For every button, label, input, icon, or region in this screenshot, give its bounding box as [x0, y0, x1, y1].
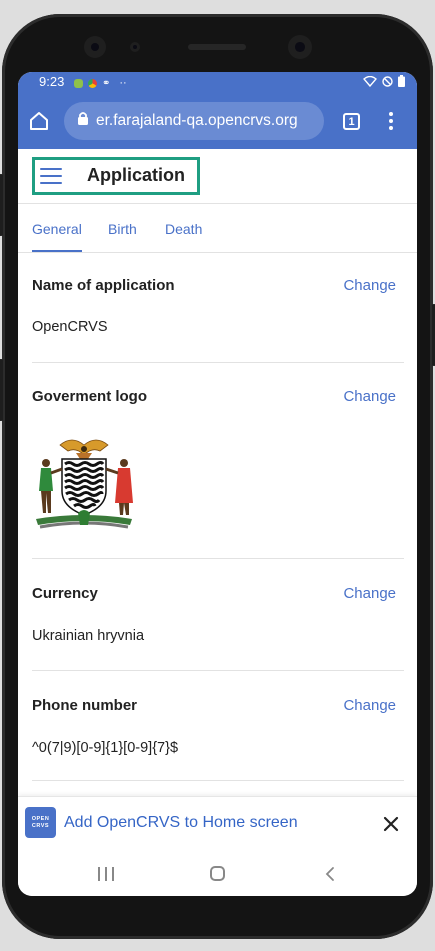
- section-value: Ukrainian hryvnia: [32, 628, 145, 644]
- tab-general[interactable]: General: [32, 221, 82, 252]
- government-logo-image: [36, 439, 133, 529]
- change-phone-button[interactable]: Change: [343, 697, 396, 714]
- install-banner[interactable]: OPEN CRVS Add OpenCRVS to Home screen: [18, 796, 417, 852]
- tab-switcher-button[interactable]: 1: [343, 113, 360, 130]
- home-nav-icon[interactable]: [210, 866, 225, 881]
- page-title: Application: [87, 165, 185, 185]
- section-label: Phone number: [32, 697, 138, 714]
- url-text[interactable]: er.farajaland-qa.opencrvs.org: [94, 112, 298, 130]
- section-currency: Currency Change Ukrainian hryvnia: [32, 559, 404, 671]
- change-logo-button[interactable]: Change: [343, 388, 396, 405]
- bixby-button: [0, 359, 3, 421]
- home-icon[interactable]: [28, 110, 50, 132]
- more-vert-icon[interactable]: [387, 112, 395, 132]
- do-not-disturb-icon: [382, 75, 393, 87]
- android-nav-bar: [18, 852, 417, 896]
- change-name-button[interactable]: Change: [343, 277, 396, 294]
- section-label: Name of application: [32, 277, 175, 294]
- address-bar[interactable]: er.farajaland-qa.opencrvs.org: [64, 102, 324, 140]
- hamburger-menu-icon[interactable]: [40, 168, 62, 184]
- back-icon[interactable]: [324, 866, 336, 882]
- app-header: Application: [18, 149, 417, 204]
- chrome-icon: [88, 78, 97, 88]
- opencrvs-app-icon: OPEN CRVS: [25, 807, 56, 838]
- status-bar: 9:23 ⚭ ··: [18, 72, 417, 92]
- phone-screen: 9:23 ⚭ ·· er.farajaland-qa.opencrvs.org …: [18, 72, 417, 896]
- section-label: Currency: [32, 585, 98, 602]
- front-camera-icon: [84, 36, 106, 58]
- lock-icon[interactable]: [64, 111, 94, 131]
- recents-icon[interactable]: [98, 867, 114, 881]
- system-icons: [363, 75, 405, 87]
- more-notifications-icon: ··: [119, 77, 127, 89]
- app-icon-line2: CRVS: [31, 822, 50, 829]
- status-time: 9:23: [39, 74, 65, 89]
- section-value: ^0(7|9)[0-9]{1}[0-9]{7}$: [32, 740, 179, 756]
- close-icon[interactable]: [381, 814, 401, 834]
- section-logo: Goverment logo Change: [32, 363, 404, 559]
- earpiece: [188, 44, 246, 50]
- section-name: Name of application Change OpenCRVS: [32, 253, 404, 363]
- wifi-icon: [363, 75, 377, 87]
- front-sensor-icon: [288, 35, 312, 59]
- install-banner-text[interactable]: Add OpenCRVS to Home screen: [64, 814, 298, 832]
- tab-bar: General Birth Death: [18, 204, 417, 253]
- tab-birth[interactable]: Birth: [108, 221, 137, 237]
- volume-button: [0, 174, 3, 236]
- section-value: OpenCRVS: [32, 319, 108, 335]
- browser-chrome: 9:23 ⚭ ·· er.farajaland-qa.opencrvs.org …: [18, 72, 417, 149]
- change-currency-button[interactable]: Change: [343, 585, 396, 602]
- section-label: Goverment logo: [32, 388, 148, 405]
- link-icon: ⚭: [102, 77, 111, 89]
- app-icon-line1: OPEN: [31, 815, 50, 822]
- tab-death[interactable]: Death: [165, 221, 202, 237]
- notification-icons: ⚭ ··: [74, 77, 127, 89]
- section-phone: Phone number Change ^0(7|9)[0-9]{1}[0-9]…: [32, 671, 404, 781]
- android-icon: [74, 78, 83, 88]
- proximity-sensor-icon: [130, 42, 140, 52]
- battery-icon: [398, 75, 405, 87]
